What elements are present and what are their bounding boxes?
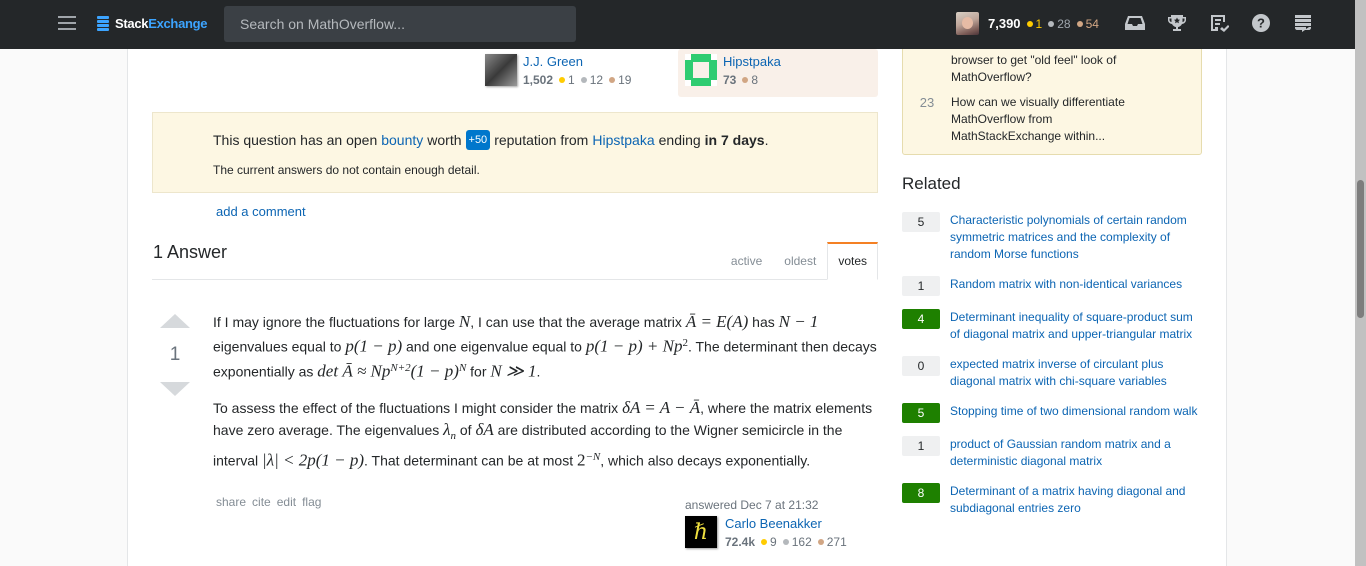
answer-author-signature: answered Dec 7 at 21:32 ℏ Carlo Beenakke… <box>685 498 847 549</box>
related-questions-list: 5 Characteristic polynomials of certain r… <box>902 212 1212 530</box>
top-bar: StackExchange 7,390 1 28 54 ? <box>0 0 1355 49</box>
tab-oldest[interactable]: oldest <box>773 242 827 280</box>
bounty-user-link[interactable]: Hipstpaka <box>592 132 654 148</box>
editor-name-link[interactable]: J.J. Green <box>523 54 631 70</box>
svg-text:?: ? <box>1257 16 1265 31</box>
bronze-badge-icon <box>742 77 749 83</box>
author-name-link[interactable]: Carlo Beenakker <box>725 516 847 532</box>
related-question-link[interactable]: product of Gaussian random matrix and a … <box>950 436 1205 470</box>
answer-sort-tabs: active oldest votes <box>720 242 878 280</box>
flag-link[interactable]: flag <box>302 495 321 509</box>
share-link[interactable]: share <box>216 495 246 509</box>
downvote-arrow-icon[interactable] <box>160 382 190 396</box>
user-profile-link[interactable]: 7,390 1 28 54 <box>956 12 1099 35</box>
gold-badge-icon <box>761 539 768 545</box>
editor-reputation: 1,502 <box>523 73 554 87</box>
inbox-icon[interactable] <box>1124 12 1146 34</box>
related-question-item[interactable]: 5 Stopping time of two dimensional random… <box>902 403 1212 423</box>
related-question-item[interactable]: 4 Determinant inequality of square-produc… <box>902 309 1212 343</box>
logo-text-stack: Stack <box>115 16 149 31</box>
bronze-badge-icon <box>609 77 616 83</box>
gold-badge-icon <box>559 77 566 83</box>
owner-name-link[interactable]: Hipstpaka <box>723 54 781 70</box>
author-avatar[interactable]: ℏ <box>685 516 717 548</box>
upvote-arrow-icon[interactable] <box>160 314 190 328</box>
silver-badge-icon <box>580 77 587 83</box>
bounty-ending: in 7 days <box>704 132 765 148</box>
related-question-item[interactable]: 8 Determinant of a matrix having diagonal… <box>902 483 1212 517</box>
page-content: J.J. Green 1,502 1 12 19 Hipstpaka 73 8 <box>127 39 1227 566</box>
achievements-icon[interactable] <box>1166 12 1188 34</box>
related-question-score: 1 <box>902 276 940 296</box>
silver-badge-icon <box>1048 20 1055 27</box>
related-question-link[interactable]: Determinant inequality of square-product… <box>950 309 1205 343</box>
author-reputation: 72.4k <box>725 535 756 549</box>
related-question-link[interactable]: Determinant of a matrix having diagonal … <box>950 483 1205 517</box>
bronze-badge-icon <box>817 539 824 545</box>
bounty-link[interactable]: bounty <box>381 132 423 148</box>
owner-identicon[interactable] <box>685 54 717 86</box>
bounty-notice: This question has an open bounty worth +… <box>152 112 878 193</box>
bounty-amount-badge: +50 <box>465 130 491 150</box>
post-menu: share cite edit flag <box>216 495 321 509</box>
meta-item[interactable]: browser to get "old feel" look of MathOv… <box>903 52 1151 86</box>
stackexchange-logo[interactable]: StackExchange <box>97 16 208 31</box>
related-question-link[interactable]: expected matrix inverse of circulant plu… <box>950 356 1205 390</box>
vote-cell: 1 <box>158 314 192 396</box>
silver-badge-icon <box>782 539 789 545</box>
related-heading: Related <box>902 174 961 193</box>
silver-badges: 28 <box>1048 17 1071 31</box>
hamburger-menu-icon[interactable] <box>58 16 76 31</box>
related-question-link[interactable]: Random matrix with non-identical varianc… <box>950 276 1205 293</box>
add-comment-link[interactable]: add a comment <box>216 204 306 219</box>
related-question-item[interactable]: 0 expected matrix inverse of circulant pl… <box>902 356 1212 390</box>
help-icon[interactable]: ? <box>1250 12 1272 34</box>
editor-signature: J.J. Green 1,502 1 12 19 <box>485 54 631 88</box>
related-question-link[interactable]: Characteristic polynomials of certain ra… <box>950 212 1205 263</box>
answers-count: 1 Answer <box>153 242 228 262</box>
bounty-reason: The current answers do not contain enoug… <box>213 163 480 177</box>
logo-text-exchange: Exchange <box>148 16 208 31</box>
bronze-badge-icon <box>1076 20 1083 27</box>
meta-item-count: 23 <box>919 95 935 110</box>
owner-signature: Hipstpaka 73 8 <box>678 49 878 97</box>
cite-link[interactable]: cite <box>252 495 271 509</box>
page-scrollbar[interactable] <box>1355 0 1366 566</box>
user-reputation: 7,390 <box>988 16 1021 31</box>
editor-avatar[interactable] <box>485 54 517 86</box>
answered-timestamp[interactable]: answered Dec 7 at 21:32 <box>685 498 847 512</box>
answers-header: 1 Answer active oldest votes <box>152 239 878 280</box>
vote-count: 1 <box>169 344 181 365</box>
review-queues-icon[interactable] <box>1208 12 1230 34</box>
answer-body: If I may ignore the fluctuations for lar… <box>213 311 878 487</box>
edit-link[interactable]: edit <box>277 495 296 509</box>
tab-votes[interactable]: votes <box>827 242 878 280</box>
site-switcher-icon[interactable] <box>1292 12 1314 34</box>
bronze-badges: 54 <box>1076 17 1099 31</box>
owner-reputation: 73 <box>723 73 737 87</box>
related-question-item[interactable]: 1 Random matrix with non-identical varian… <box>902 276 1212 296</box>
featured-meta-box: browser to get "old feel" look of MathOv… <box>902 39 1202 155</box>
answer-paragraph-2: To assess the effect of the fluctuations… <box>213 398 873 470</box>
gold-badges: 1 <box>1026 17 1042 31</box>
related-question-score: 0 <box>902 356 940 376</box>
related-question-link[interactable]: Stopping time of two dimensional random … <box>950 403 1205 420</box>
user-avatar[interactable] <box>956 12 979 35</box>
stackexchange-icon <box>97 16 109 31</box>
related-question-item[interactable]: 5 Characteristic polynomials of certain r… <box>902 212 1212 263</box>
meta-item[interactable]: 23 How can we visually differentiate Mat… <box>903 94 1151 145</box>
related-question-score: 5 <box>902 403 940 423</box>
gold-badge-icon <box>1026 20 1033 27</box>
related-question-item[interactable]: 1 product of Gaussian random matrix and a… <box>902 436 1212 470</box>
related-question-score: 1 <box>902 436 940 456</box>
related-question-score: 8 <box>902 483 940 503</box>
tab-active[interactable]: active <box>720 242 773 280</box>
related-question-score: 4 <box>902 309 940 329</box>
related-question-score: 5 <box>902 212 940 232</box>
answer-paragraph-1: If I may ignore the fluctuations for lar… <box>213 312 877 381</box>
scrollbar-thumb[interactable] <box>1357 180 1364 318</box>
search-input[interactable] <box>224 6 576 42</box>
